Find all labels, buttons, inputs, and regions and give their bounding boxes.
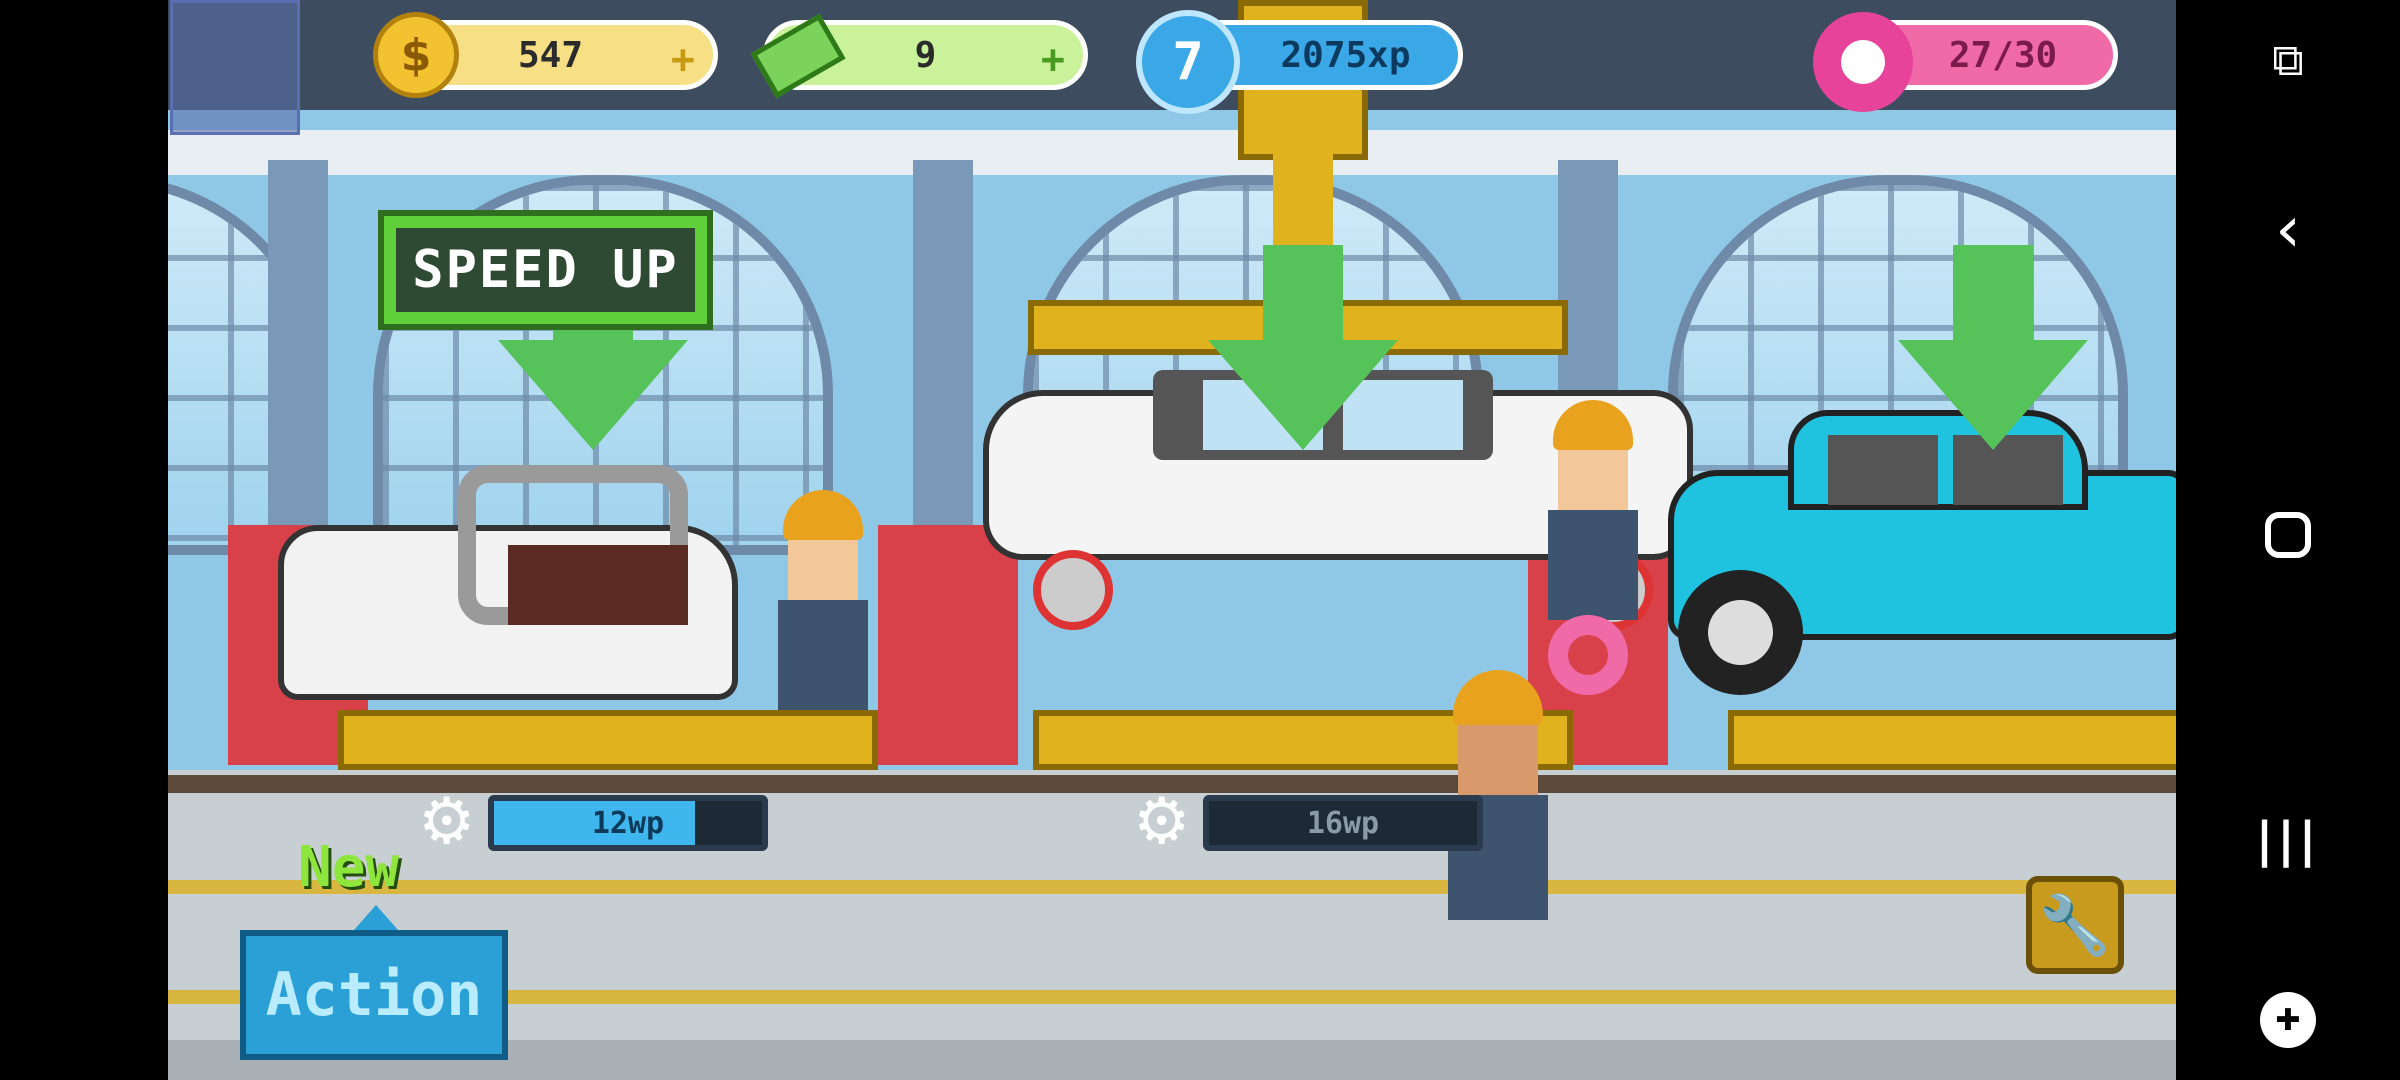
gear-icon: ⚙ (1133, 785, 1191, 859)
speed-up-label: SPEED UP (412, 240, 679, 300)
action-pointer (354, 905, 398, 930)
wrench-icon[interactable]: 🔧 (2026, 876, 2124, 974)
system-nav-bar: ⧉ ‹ ||| ✚ (2176, 0, 2400, 1080)
cash-plus[interactable]: + (1041, 37, 1065, 83)
arrow-down-icon (1208, 340, 1398, 450)
action-button[interactable]: Action (240, 930, 508, 1060)
plane-icon: 7 (1136, 10, 1240, 114)
action-label: Action (265, 960, 483, 1030)
donut-icon[interactable] (1548, 615, 1628, 695)
ceiling-beam (168, 130, 2176, 175)
arrow-down-icon (498, 340, 688, 450)
work-progress-bar: 16wp (1203, 795, 1483, 851)
station-platform (338, 710, 878, 770)
blueprint-button[interactable] (170, 0, 300, 135)
worker[interactable] (1538, 400, 1648, 620)
xp-value: 2075xp (1280, 34, 1411, 76)
game-scene[interactable]: SPEED UP ⚙ 12wp ⚙ 16wp New Action 🔧 547 (168, 0, 2176, 1080)
station-platform (1728, 710, 2176, 770)
home-icon[interactable] (2248, 495, 2328, 575)
wp-label: 16wp (1306, 805, 1380, 841)
recents-icon[interactable]: ||| (2248, 800, 2328, 880)
level-value: 7 (1172, 32, 1204, 92)
work-progress-bar: 12wp (488, 795, 768, 851)
donut-value: 27/30 (1948, 34, 2058, 76)
coins-plus[interactable]: + (671, 37, 695, 83)
car-frame[interactable] (278, 465, 758, 710)
cash-value: 9 (914, 34, 937, 76)
gear-icon: ⚙ (418, 785, 476, 859)
floor-line (168, 880, 2176, 894)
arrow-down-icon (1898, 340, 2088, 450)
dollar-coin-icon: $ (373, 12, 459, 98)
back-icon[interactable]: ‹ (2248, 190, 2328, 270)
arrow-down-icon (1953, 245, 2033, 340)
arrow-down-icon (1263, 245, 1343, 340)
worker[interactable] (768, 490, 878, 710)
donut-icon (1813, 12, 1913, 112)
wp-label: 12wp (591, 805, 665, 841)
coins-value: 547 (517, 34, 584, 76)
new-label: New (298, 835, 400, 900)
game-tools-icon[interactable]: ✚ (2248, 980, 2328, 1060)
screenshot-icon[interactable]: ⧉ (2248, 20, 2328, 100)
speed-up-button[interactable]: SPEED UP (378, 210, 713, 330)
